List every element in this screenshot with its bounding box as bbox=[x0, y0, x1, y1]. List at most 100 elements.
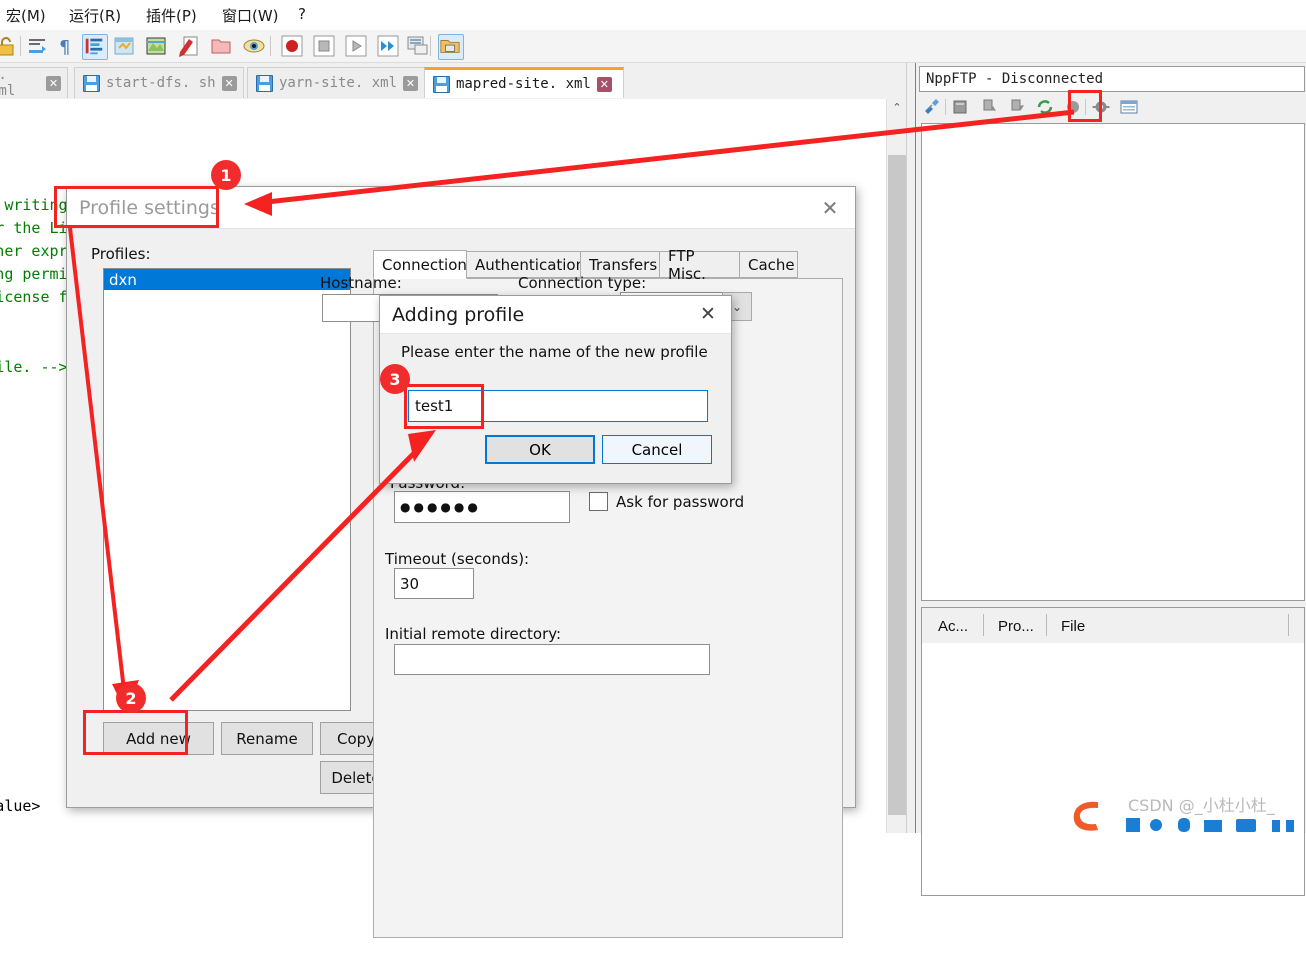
svg-text:¶: ¶ bbox=[59, 37, 70, 58]
timeout-label: Timeout (seconds): bbox=[385, 550, 530, 568]
adding-profile-prompt: Please enter the name of the new profile bbox=[401, 343, 708, 361]
editor-vertical-scrollbar[interactable]: ⌃ bbox=[886, 99, 907, 833]
nppftp-toolbar bbox=[919, 94, 1305, 120]
tab-label: yarn-site. xml bbox=[279, 75, 398, 91]
tab-mapred-site-xml[interactable]: mapred-site. xml ✕ bbox=[424, 67, 624, 98]
tab-divider bbox=[1046, 614, 1047, 636]
tab-label: start-dfs. sh bbox=[106, 75, 216, 91]
profiles-listbox[interactable]: dxn bbox=[103, 268, 351, 711]
connect-icon[interactable] bbox=[921, 97, 941, 117]
tab-divider bbox=[1288, 614, 1289, 636]
floppy-disk-icon bbox=[433, 75, 450, 93]
ok-button[interactable]: OK bbox=[485, 435, 595, 464]
close-icon[interactable]: ✕ bbox=[815, 194, 845, 222]
run-program-icon[interactable] bbox=[438, 34, 464, 60]
tab-cache[interactable]: Cache bbox=[739, 251, 798, 278]
save-macro-icon[interactable] bbox=[406, 34, 430, 58]
scrollbar-thumb[interactable] bbox=[888, 155, 906, 815]
tab-start-dfs-sh[interactable]: start-dfs. sh ✕ bbox=[74, 67, 244, 98]
code-line: /hadoop</value> bbox=[0, 797, 41, 815]
nppftp-tab-actions[interactable]: Ac... bbox=[930, 612, 976, 640]
hostname-label: Hostname: bbox=[320, 274, 402, 292]
nppftp-output-tabs: Ac... Pro... File bbox=[921, 607, 1305, 643]
nppftp-panel: NppFTP - Disconnected Ac... Pro... File bbox=[915, 63, 1306, 896]
nppftp-file-tree[interactable] bbox=[921, 123, 1305, 601]
tab-label: e. xml bbox=[0, 67, 16, 99]
toolbar-separator-2 bbox=[270, 36, 271, 56]
tab-close-icon[interactable]: ✕ bbox=[221, 75, 237, 91]
upload-file-icon[interactable] bbox=[1007, 97, 1027, 117]
stop-macro-icon[interactable] bbox=[312, 34, 336, 58]
tab-label: mapred-site. xml bbox=[456, 76, 591, 92]
adding-profile-titlebar: Adding profile ✕ bbox=[380, 296, 731, 334]
tab-yarn-site-xml[interactable]: yarn-site. xml ✕ bbox=[247, 67, 425, 98]
record-macro-icon[interactable] bbox=[280, 34, 304, 58]
csdn-logo-icon bbox=[1068, 798, 1114, 832]
initial-remote-directory-label: Initial remote directory: bbox=[385, 625, 562, 643]
menu-item-window[interactable]: 窗口(W) bbox=[222, 5, 279, 26]
play-macro-icon[interactable] bbox=[344, 34, 368, 58]
show-all-characters-icon[interactable] bbox=[82, 34, 108, 60]
profile-settings-titlebar: Profile settings ✕ bbox=[67, 187, 855, 229]
close-icon[interactable]: ✕ bbox=[694, 301, 722, 327]
menu-item-macro[interactable]: 宏(M) bbox=[6, 5, 46, 26]
add-new-button[interactable]: Add new bbox=[103, 722, 214, 755]
abort-icon[interactable] bbox=[1063, 97, 1083, 117]
watermark-glyphs bbox=[1126, 818, 1294, 832]
tab-ftp-misc[interactable]: FTP Misc. bbox=[659, 247, 740, 283]
nppftp-log-area[interactable] bbox=[921, 643, 1305, 896]
password-input[interactable]: ●●●●●● bbox=[394, 491, 570, 523]
ask-for-password-checkbox[interactable] bbox=[589, 492, 608, 511]
syntax-highlight-icon[interactable] bbox=[177, 34, 201, 58]
download-and-edit-icon[interactable] bbox=[979, 97, 999, 117]
pilcrow-icon[interactable]: ¶ bbox=[54, 34, 78, 58]
menu-item-run[interactable]: 运行(R) bbox=[69, 5, 121, 26]
settings-gear-icon[interactable] bbox=[1091, 97, 1111, 117]
run-multiple-macro-icon[interactable] bbox=[376, 34, 400, 58]
rename-button[interactable]: Rename bbox=[221, 722, 313, 755]
tab-core-site-xml[interactable]: e. xml ✕ bbox=[0, 67, 68, 99]
indent-guide-icon[interactable] bbox=[26, 34, 50, 58]
nppftp-tab-file[interactable]: File bbox=[1053, 612, 1093, 640]
menu-bar: 宏(M) 运行(R) 插件(P) 窗口(W) ? bbox=[0, 0, 1306, 30]
download-file-icon[interactable] bbox=[951, 97, 971, 117]
messages-window-icon[interactable] bbox=[1119, 97, 1139, 117]
floppy-disk-icon bbox=[83, 74, 100, 92]
word-wrap-icon[interactable] bbox=[112, 34, 136, 58]
list-item[interactable]: dxn bbox=[104, 269, 350, 290]
eye-icon[interactable] bbox=[242, 34, 266, 58]
timeout-input[interactable]: 30 bbox=[394, 568, 474, 599]
main-toolbar: ¶ bbox=[0, 30, 1306, 63]
zoom-map-icon[interactable] bbox=[144, 34, 168, 58]
profile-name-input[interactable]: test1 bbox=[408, 390, 708, 422]
menu-item-help[interactable]: ? bbox=[298, 5, 306, 23]
tab-close-icon[interactable]: ✕ bbox=[403, 75, 418, 91]
document-tab-bar: e. xml ✕ start-dfs. sh ✕ yarn-site. xml … bbox=[0, 63, 915, 100]
toolbar-separator bbox=[20, 36, 21, 56]
connection-type-label: Connection type: bbox=[518, 274, 647, 292]
tab-close-icon[interactable]: ✕ bbox=[46, 75, 61, 91]
toolbar-separator-3 bbox=[430, 36, 431, 56]
code-line: in this file. --> bbox=[0, 358, 68, 376]
watermark-text: CSDN @_小杜小杜_ bbox=[1128, 796, 1275, 815]
refresh-icon[interactable] bbox=[1035, 97, 1055, 117]
watermark: CSDN @_小杜小杜_ bbox=[1040, 780, 1306, 833]
initial-remote-directory-input[interactable] bbox=[394, 644, 710, 675]
nppftp-tab-progress[interactable]: Pro... bbox=[990, 612, 1042, 640]
profiles-label: Profiles: bbox=[91, 245, 151, 263]
scroll-up-icon[interactable]: ⌃ bbox=[887, 99, 907, 117]
tab-close-icon[interactable]: ✕ bbox=[596, 76, 612, 92]
nppftp-title: NppFTP - Disconnected bbox=[919, 66, 1305, 92]
ftp-toolbar-separator bbox=[945, 99, 946, 115]
adding-profile-title: Adding profile bbox=[392, 304, 525, 326]
folder-icon[interactable] bbox=[209, 34, 233, 58]
ask-for-password-label: Ask for password bbox=[616, 493, 745, 511]
adding-profile-dialog: Adding profile ✕ Please enter the name o… bbox=[379, 295, 732, 484]
cancel-button[interactable]: Cancel bbox=[602, 435, 712, 464]
tab-divider bbox=[983, 614, 984, 636]
unlock-icon[interactable] bbox=[0, 34, 18, 58]
profile-settings-title: Profile settings bbox=[79, 197, 220, 219]
menu-item-plugins[interactable]: 插件(P) bbox=[146, 5, 197, 26]
floppy-disk-icon bbox=[256, 74, 273, 92]
ftp-toolbar-separator-2 bbox=[1085, 99, 1086, 115]
